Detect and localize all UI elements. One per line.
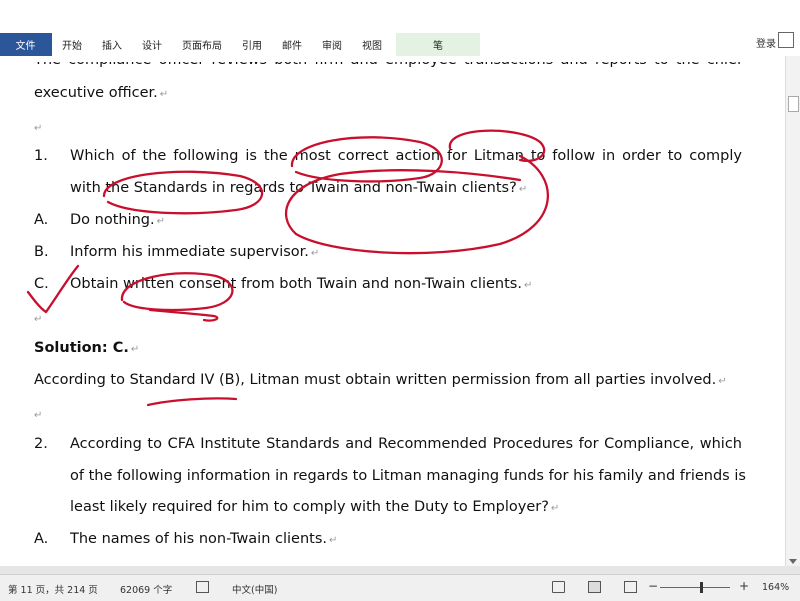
tab-view[interactable]: 视图: [352, 33, 392, 56]
solution-heading: Solution: C. ↵: [34, 340, 139, 356]
return-mark: ↵: [718, 376, 727, 387]
zoom-slider-knob[interactable]: [700, 582, 703, 593]
question-2-line-3: least likely required for him to comply …: [70, 499, 559, 515]
question-1-number: 1.: [34, 148, 48, 164]
proofing-icon[interactable]: [196, 581, 209, 593]
ribbon: 文件 开始 插入 设计 页面布局 引用 邮件 审阅 视图 笔 登录: [0, 0, 800, 56]
zoom-slider[interactable]: [660, 582, 730, 593]
print-layout-icon[interactable]: [588, 581, 601, 593]
question-2-number: 2.: [34, 436, 48, 452]
tab-mailings[interactable]: 邮件: [272, 33, 312, 56]
return-mark: ↵: [518, 184, 528, 195]
scrollbar-thumb[interactable]: [788, 96, 799, 112]
zoom-level[interactable]: 164%: [762, 582, 789, 593]
document-area[interactable]: The compliance officer reviews both firm…: [0, 56, 786, 566]
empty-paragraph-mark: ↵: [34, 410, 43, 421]
horizontal-scrollbar[interactable]: [0, 566, 800, 574]
question-1-line-2: with the Standards in regards to Twain a…: [70, 180, 527, 196]
scroll-down-icon[interactable]: [789, 559, 797, 564]
tab-file[interactable]: 文件: [0, 33, 52, 56]
return-mark: ↵: [310, 248, 320, 259]
tab-insert[interactable]: 插入: [92, 33, 132, 56]
option-a: Do nothing. ↵: [70, 212, 165, 228]
empty-paragraph-mark: ↵: [34, 123, 43, 134]
return-mark: ↵: [329, 535, 338, 546]
empty-paragraph-mark: ↵: [34, 314, 43, 325]
page-count[interactable]: 第 11 页，共 214 页: [8, 582, 98, 596]
question-1-line-1: Which of the following is the most corre…: [70, 148, 742, 164]
return-mark: ↵: [550, 503, 560, 514]
zoom-in-button[interactable]: +: [739, 579, 749, 593]
solution-text: Solution: C.: [34, 340, 129, 356]
question-2-option-a-text: The names of his non-Twain clients.: [70, 531, 327, 547]
solution-explanation-text: According to Standard IV (B), Litman mus…: [34, 372, 717, 388]
document-text: The compliance officer reviews both firm…: [0, 56, 786, 566]
question-2-line-3-text: least likely required for him to comply …: [70, 499, 549, 515]
ribbon-tabs: 文件 开始 插入 设计 页面布局 引用 邮件 审阅 视图 笔: [0, 33, 480, 56]
question-2-line-1: According to CFA Institute Standards and…: [70, 436, 742, 452]
paragraph-top: The compliance officer reviews both firm…: [34, 56, 742, 68]
vertical-scrollbar[interactable]: [785, 56, 800, 566]
solution-explanation: According to Standard IV (B), Litman mus…: [34, 372, 727, 388]
tab-home[interactable]: 开始: [52, 33, 92, 56]
option-c: Obtain written consent from both Twain a…: [70, 276, 532, 292]
paragraph-exec-text: executive officer.: [34, 85, 158, 101]
return-mark: ↵: [156, 216, 166, 227]
option-a-label: A.: [34, 212, 49, 228]
language-indicator[interactable]: 中文(中国): [232, 582, 277, 596]
option-a-text: Do nothing.: [70, 212, 155, 228]
tab-pen[interactable]: 笔: [396, 33, 480, 56]
zoom-out-button[interactable]: −: [648, 579, 658, 593]
word-count[interactable]: 62069 个字: [120, 582, 172, 596]
question-2-option-a-label: A.: [34, 531, 49, 547]
return-mark: ↵: [159, 89, 169, 100]
ribbon-display-icon[interactable]: [778, 32, 794, 48]
option-b-text: Inform his immediate supervisor.: [70, 244, 309, 260]
question-1-line-2-text: with the Standards in regards to Twain a…: [70, 180, 517, 196]
question-2-line-2: of the following information in regards …: [70, 468, 746, 484]
return-mark: ↵: [130, 344, 140, 355]
option-c-label: C.: [34, 276, 49, 292]
web-layout-icon[interactable]: [624, 581, 637, 593]
tab-review[interactable]: 审阅: [312, 33, 352, 56]
paragraph-exec: executive officer. ↵: [34, 85, 168, 101]
tab-layout[interactable]: 页面布局: [172, 33, 232, 56]
tab-design[interactable]: 设计: [132, 33, 172, 56]
tab-references[interactable]: 引用: [232, 33, 272, 56]
question-2-option-a: The names of his non-Twain clients. ↵: [70, 531, 337, 547]
option-b-label: B.: [34, 244, 49, 260]
login-link[interactable]: 登录: [756, 35, 776, 50]
option-c-text: Obtain written consent from both Twain a…: [70, 276, 522, 292]
paragraph-top-text: The compliance officer reviews both firm…: [34, 56, 742, 68]
return-mark: ↵: [523, 280, 533, 291]
option-b: Inform his immediate supervisor. ↵: [70, 244, 319, 260]
status-bar: 第 11 页，共 214 页 62069 个字 中文(中国) − + 164%: [0, 574, 800, 601]
read-mode-icon[interactable]: [552, 581, 565, 593]
